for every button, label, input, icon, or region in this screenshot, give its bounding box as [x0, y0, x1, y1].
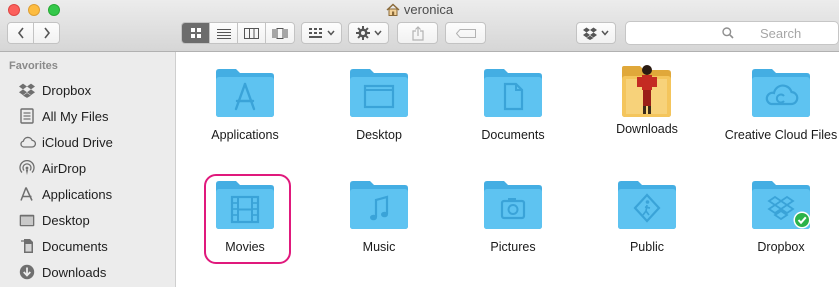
chevron-right-icon [43, 27, 50, 39]
icon-view-icon [190, 28, 201, 38]
dropbox-folder-icon [752, 181, 811, 229]
dropbox-icon [583, 27, 597, 40]
folder-public[interactable]: Public [581, 178, 713, 255]
sidebar-item-label: Applications [42, 186, 113, 202]
sidebar-item-documents[interactable]: Documents [0, 233, 175, 259]
sidebar-item-label: Desktop [42, 212, 90, 228]
sidebar-item-desktop[interactable]: Desktop [0, 207, 175, 233]
sidebar-item-icloud-drive[interactable]: iCloud Drive [0, 129, 175, 155]
movies-folder-icon [216, 181, 274, 229]
folder-applications[interactable]: Applications [179, 66, 311, 143]
folder-downloads[interactable]: Downloads [581, 60, 713, 137]
folder-music[interactable]: Music [313, 178, 445, 255]
action-button[interactable] [348, 22, 389, 44]
gear-icon [355, 26, 370, 40]
downloads-folder-icon [622, 65, 671, 117]
icon-view-button[interactable] [182, 23, 210, 43]
column-view-button[interactable] [238, 23, 266, 43]
documents-folder-icon [484, 69, 542, 117]
share-icon [411, 25, 424, 41]
cover-flow-button[interactable] [266, 23, 294, 43]
chevron-down-icon [601, 30, 609, 36]
item-label: Desktop [356, 128, 402, 142]
music-folder-icon [350, 181, 408, 229]
folder-movies[interactable]: Movies [179, 178, 311, 255]
navigation-buttons [7, 22, 60, 44]
sidebar-item-applications[interactable]: Applications [0, 181, 175, 207]
tags-button[interactable] [445, 22, 486, 44]
folder-creative-cloud-files[interactable]: Creative Cloud Files [715, 66, 839, 143]
sidebar-section-favorites: Favorites [9, 60, 58, 72]
sidebar-item-label: iCloud Drive [42, 134, 113, 150]
airdrop-icon [17, 159, 37, 177]
all-files-icon [17, 107, 37, 125]
documents-icon [17, 237, 37, 255]
pictures-folder-icon [484, 181, 542, 229]
folder-documents[interactable]: Documents [447, 66, 579, 143]
item-label: Dropbox [757, 240, 805, 254]
item-label: Documents [481, 128, 545, 142]
desktop-icon [17, 211, 37, 229]
column-view-icon [244, 27, 259, 39]
public-folder-icon [618, 181, 676, 229]
chevron-down-icon [373, 30, 382, 36]
item-label: Downloads [616, 122, 678, 136]
home-folder-icon [386, 3, 400, 20]
list-view-icon [216, 28, 231, 39]
sidebar-item-label: Documents [42, 238, 108, 254]
share-button[interactable] [397, 22, 438, 44]
file-browser-content: Applications Desktop Documents Downloads… [177, 52, 839, 287]
chevron-left-icon [17, 27, 24, 39]
sidebar-item-label: Downloads [42, 264, 107, 280]
dropbox-icon [17, 81, 37, 99]
sidebar-item-all-my-files[interactable]: All My Files [0, 103, 175, 129]
item-label: Creative Cloud Files [724, 128, 838, 142]
sidebar-item-airdrop[interactable]: AirDrop [0, 155, 175, 181]
sidebar-item-dropbox[interactable]: Dropbox [0, 77, 175, 103]
window-title: veronica [403, 2, 454, 17]
sidebar-item-label: AirDrop [42, 160, 87, 176]
toolbar: veronica [0, 0, 839, 52]
sidebar-item-label: Dropbox [42, 82, 92, 98]
item-label: Movies [225, 240, 265, 254]
item-label: Applications [211, 128, 279, 142]
folder-pictures[interactable]: Pictures [447, 178, 579, 255]
downloads-icon [17, 263, 37, 281]
cover-flow-icon [272, 27, 288, 39]
item-label: Music [362, 240, 396, 254]
back-button[interactable] [8, 23, 34, 43]
dropbox-menu-button[interactable] [576, 22, 616, 44]
folder-desktop[interactable]: Desktop [313, 66, 445, 143]
chevron-down-icon [326, 30, 335, 36]
sidebar: Favorites Dropbox All My Files iCloud Dr… [0, 52, 176, 287]
sidebar-item-label: All My Files [42, 108, 109, 124]
item-label: Pictures [490, 240, 536, 254]
view-mode-selector [181, 22, 295, 44]
forward-button[interactable] [34, 23, 59, 43]
arrange-button[interactable] [301, 22, 342, 44]
synced-check-icon [795, 213, 809, 227]
applications-icon [17, 185, 37, 203]
folder-dropbox[interactable]: Dropbox [715, 178, 839, 255]
list-view-button[interactable] [210, 23, 238, 43]
cloud-icon [17, 133, 37, 151]
desktop-folder-icon [350, 69, 408, 117]
search-icon [722, 27, 734, 39]
arrange-grid-icon [308, 27, 322, 38]
tag-icon [455, 28, 476, 38]
sidebar-item-downloads[interactable]: Downloads [0, 259, 175, 285]
item-label: Public [629, 240, 665, 254]
window-title-bar: veronica [0, 2, 839, 20]
creative-cloud-folder-icon [752, 69, 810, 117]
applications-folder-icon [216, 69, 274, 117]
